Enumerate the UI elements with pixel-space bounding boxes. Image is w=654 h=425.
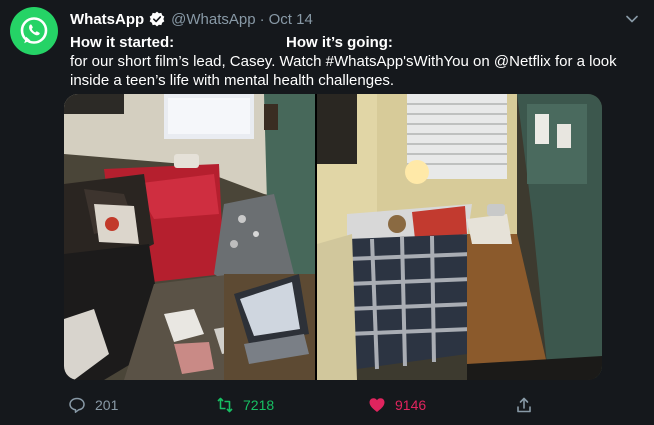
retweet-count: 7218 bbox=[243, 397, 275, 413]
like-count: 9146 bbox=[395, 397, 427, 413]
tweet-text: How it started: How it’s going: for our … bbox=[70, 33, 640, 90]
reply-button[interactable]: 201 bbox=[68, 396, 118, 414]
tweet-date[interactable]: Oct 14 bbox=[269, 11, 313, 28]
tweet-actions: 201 7218 9146 bbox=[0, 396, 654, 416]
tidy-bedroom-photo[interactable] bbox=[317, 94, 602, 380]
tweet-body: for our short film’s lead, Casey. Watch … bbox=[70, 53, 617, 89]
whatsapp-logo-icon bbox=[20, 17, 48, 44]
chevron-down-icon[interactable] bbox=[624, 11, 640, 27]
reply-count: 201 bbox=[95, 397, 119, 413]
reply-icon bbox=[69, 397, 85, 413]
tweet-header: WhatsApp @WhatsApp · Oct 14 bbox=[70, 9, 313, 29]
heart-icon bbox=[369, 398, 385, 412]
header-separator: · bbox=[259, 10, 265, 28]
avatar[interactable] bbox=[10, 7, 58, 55]
author-name[interactable]: WhatsApp bbox=[70, 11, 144, 28]
tweet-heading-line: How it started: How it’s going: bbox=[70, 33, 640, 52]
tweet-card[interactable]: WhatsApp @WhatsApp · Oct 14 How it start… bbox=[0, 0, 654, 425]
tidy-room-image bbox=[317, 94, 602, 380]
author-handle[interactable]: @WhatsApp bbox=[171, 11, 255, 28]
media-grid bbox=[64, 94, 602, 380]
share-button[interactable] bbox=[515, 396, 533, 414]
verified-badge-icon bbox=[149, 11, 165, 27]
started-label: How it started: bbox=[70, 34, 175, 51]
retweet-icon bbox=[217, 397, 233, 413]
going-label: How it’s going: bbox=[286, 34, 393, 51]
messy-bedroom-photo[interactable] bbox=[64, 94, 315, 380]
retweet-button[interactable]: 7218 bbox=[216, 396, 274, 414]
share-icon bbox=[517, 397, 531, 413]
like-button[interactable]: 9146 bbox=[368, 396, 426, 414]
messy-room-image bbox=[64, 94, 315, 380]
